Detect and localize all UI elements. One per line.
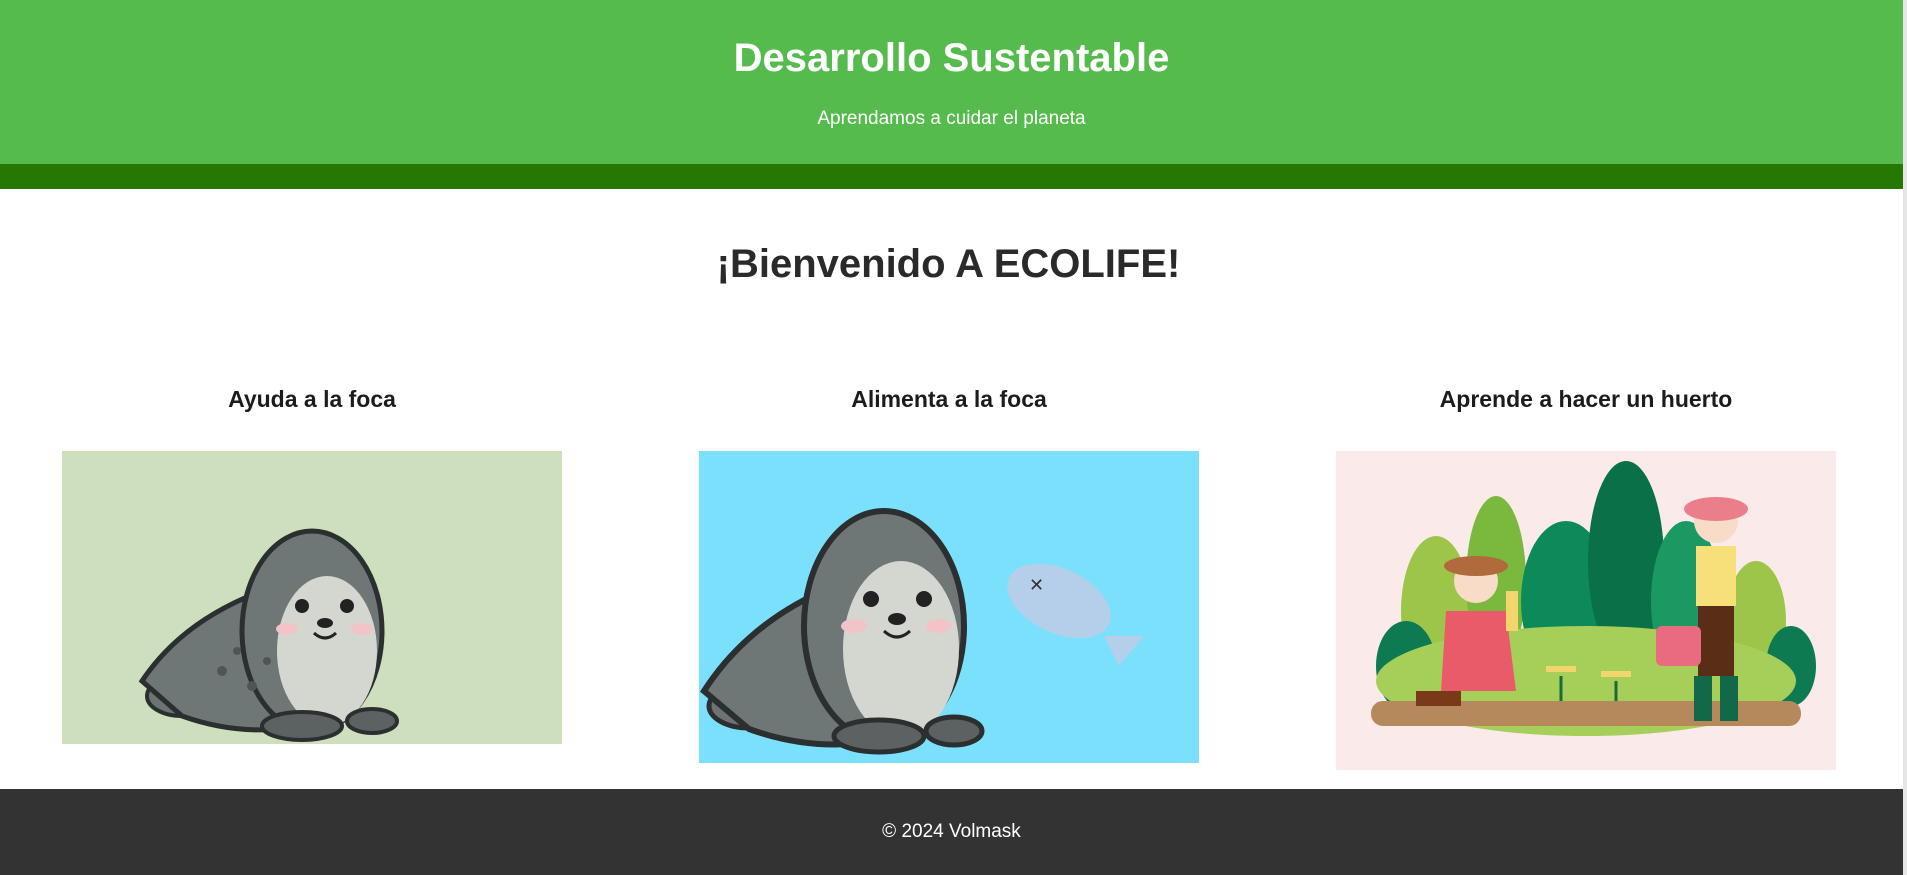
card-image-help-seal[interactable] — [62, 451, 562, 744]
site-title: Desarrollo Sustentable — [733, 36, 1170, 80]
welcome-heading: ¡Bienvenido A ECOLIFE! — [716, 242, 1181, 286]
site-subtitle: Aprendamos a cuidar el planeta — [817, 108, 1086, 129]
card-title-help-seal: Ayuda a la foca — [228, 386, 396, 412]
site-footer: © 2024 Volmask — [0, 789, 1903, 875]
card-title-feed-seal: Alimenta a la foca — [851, 386, 1047, 412]
card-image-feed-seal[interactable]: ✕ — [699, 451, 1199, 763]
card-image-garden[interactable] — [1336, 451, 1836, 770]
footer-copyright: © 2024 Volmask — [882, 821, 1021, 842]
svg-text:✕: ✕ — [1029, 575, 1044, 596]
scrollbar[interactable] — [1903, 0, 1907, 875]
site-header: Desarrollo Sustentable Aprendamos a cuid… — [0, 0, 1903, 164]
card-title-garden: Aprende a hacer un huerto — [1439, 386, 1733, 412]
nav-bar — [0, 164, 1903, 189]
